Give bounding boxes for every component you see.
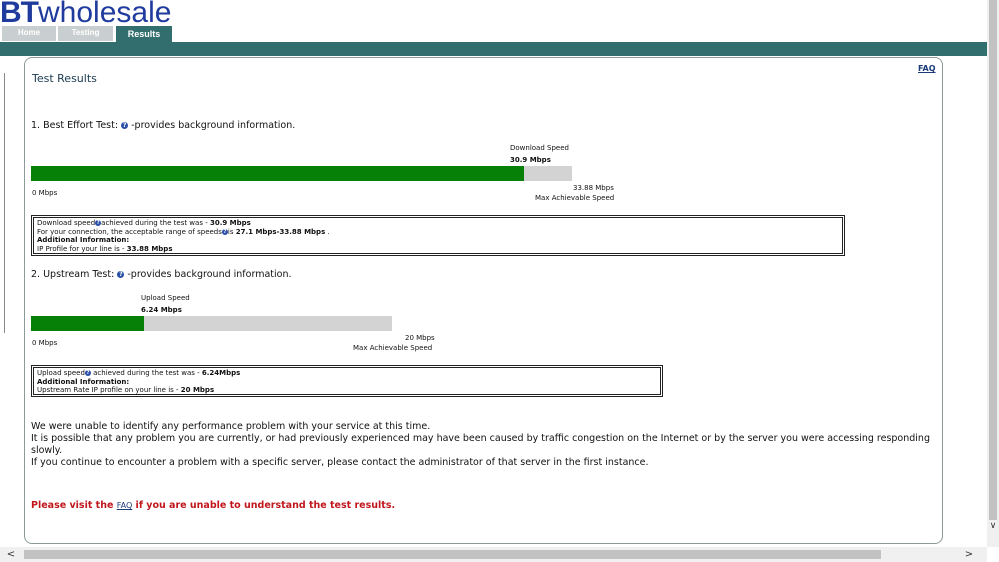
upload-info-line1: Upload speed? achieved during the test w… [37,369,241,377]
scroll-left-icon[interactable]: < [4,547,18,562]
summary-line-2: It is possible that any problem you are … [31,433,930,456]
download-speed-label: Download Speed [510,144,569,152]
header-bar [0,42,999,56]
left-frame-edge [0,73,5,333]
horizontal-scrollbar[interactable]: < > [0,547,987,562]
summary-line-3: If you continue to encounter a problem w… [31,457,649,468]
page-title: Test Results [32,72,97,85]
download-speed-value: 30.9 Mbps [510,156,551,164]
upload-max-label: Max Achievable Speed [353,344,433,352]
upload-speed-label: Upload Speed [141,294,190,302]
download-min-label: 0 Mbps [32,189,58,197]
upload-min-label: 0 Mbps [32,339,58,347]
upstream-test-label: 2. Upstream Test: [31,269,115,280]
horizontal-scroll-thumb[interactable] [24,550,881,559]
upload-speed-value: 6.24 Mbps [141,306,182,314]
upload-info-line3: Upstream Rate IP profile on your line is… [37,386,215,394]
faq-inline-link[interactable]: FAQ [117,501,133,510]
scroll-right-icon[interactable]: > [962,547,976,562]
help-icon[interactable]: ? [117,271,125,278]
summary-text: We were unable to identify any performan… [31,421,931,469]
download-bar-fill [31,166,525,181]
upload-info-box: Upload speed? achieved during the test w… [31,365,663,397]
tab-home[interactable]: Home [1,25,57,41]
help-icon[interactable]: ? [121,122,129,129]
summary-line-1: We were unable to identify any performan… [31,421,431,432]
download-max-value: 33.88 Mbps [573,184,614,192]
tab-results[interactable]: Results [115,25,173,43]
upload-bar-fill [31,316,144,331]
visit-faq-notice: Please visit the FAQ if you are unable t… [31,500,396,511]
vertical-scrollbar[interactable]: ∨ [987,0,999,547]
download-max-label: Max Achievable Speed [535,194,615,202]
upload-info-line2: Additional Information: [37,377,130,386]
bt-wholesale-logo: BTwholesale [0,0,171,29]
download-info-line4: IP Profile for your line is - 33.88 Mbps [37,244,173,253]
best-effort-test-label: 1. Best Effort Test: [31,120,119,131]
download-bar-track [31,166,572,181]
download-info-line3: Additional Information: [37,236,130,244]
tab-testing[interactable]: Testing [57,25,114,41]
vertical-scroll-thumb[interactable] [989,0,997,520]
download-info-line2: For your connection, the acceptable rang… [37,227,330,236]
upload-bar-track [31,316,392,331]
upstream-test-heading: 2. Upstream Test: ? -provides background… [31,269,292,280]
download-info-line1: Download speed? achieved during the test … [37,219,251,227]
faq-link[interactable]: FAQ [918,64,936,73]
download-info-box: Download speed? achieved during the test … [31,215,845,256]
upload-max-value: 20 Mbps [405,334,435,342]
scroll-down-icon[interactable]: ∨ [987,520,999,532]
best-effort-test-heading: 1. Best Effort Test: ? -provides backgro… [31,120,295,131]
upstream-test-desc: -provides background information. [127,269,292,280]
best-effort-test-desc: -provides background information. [131,120,296,131]
